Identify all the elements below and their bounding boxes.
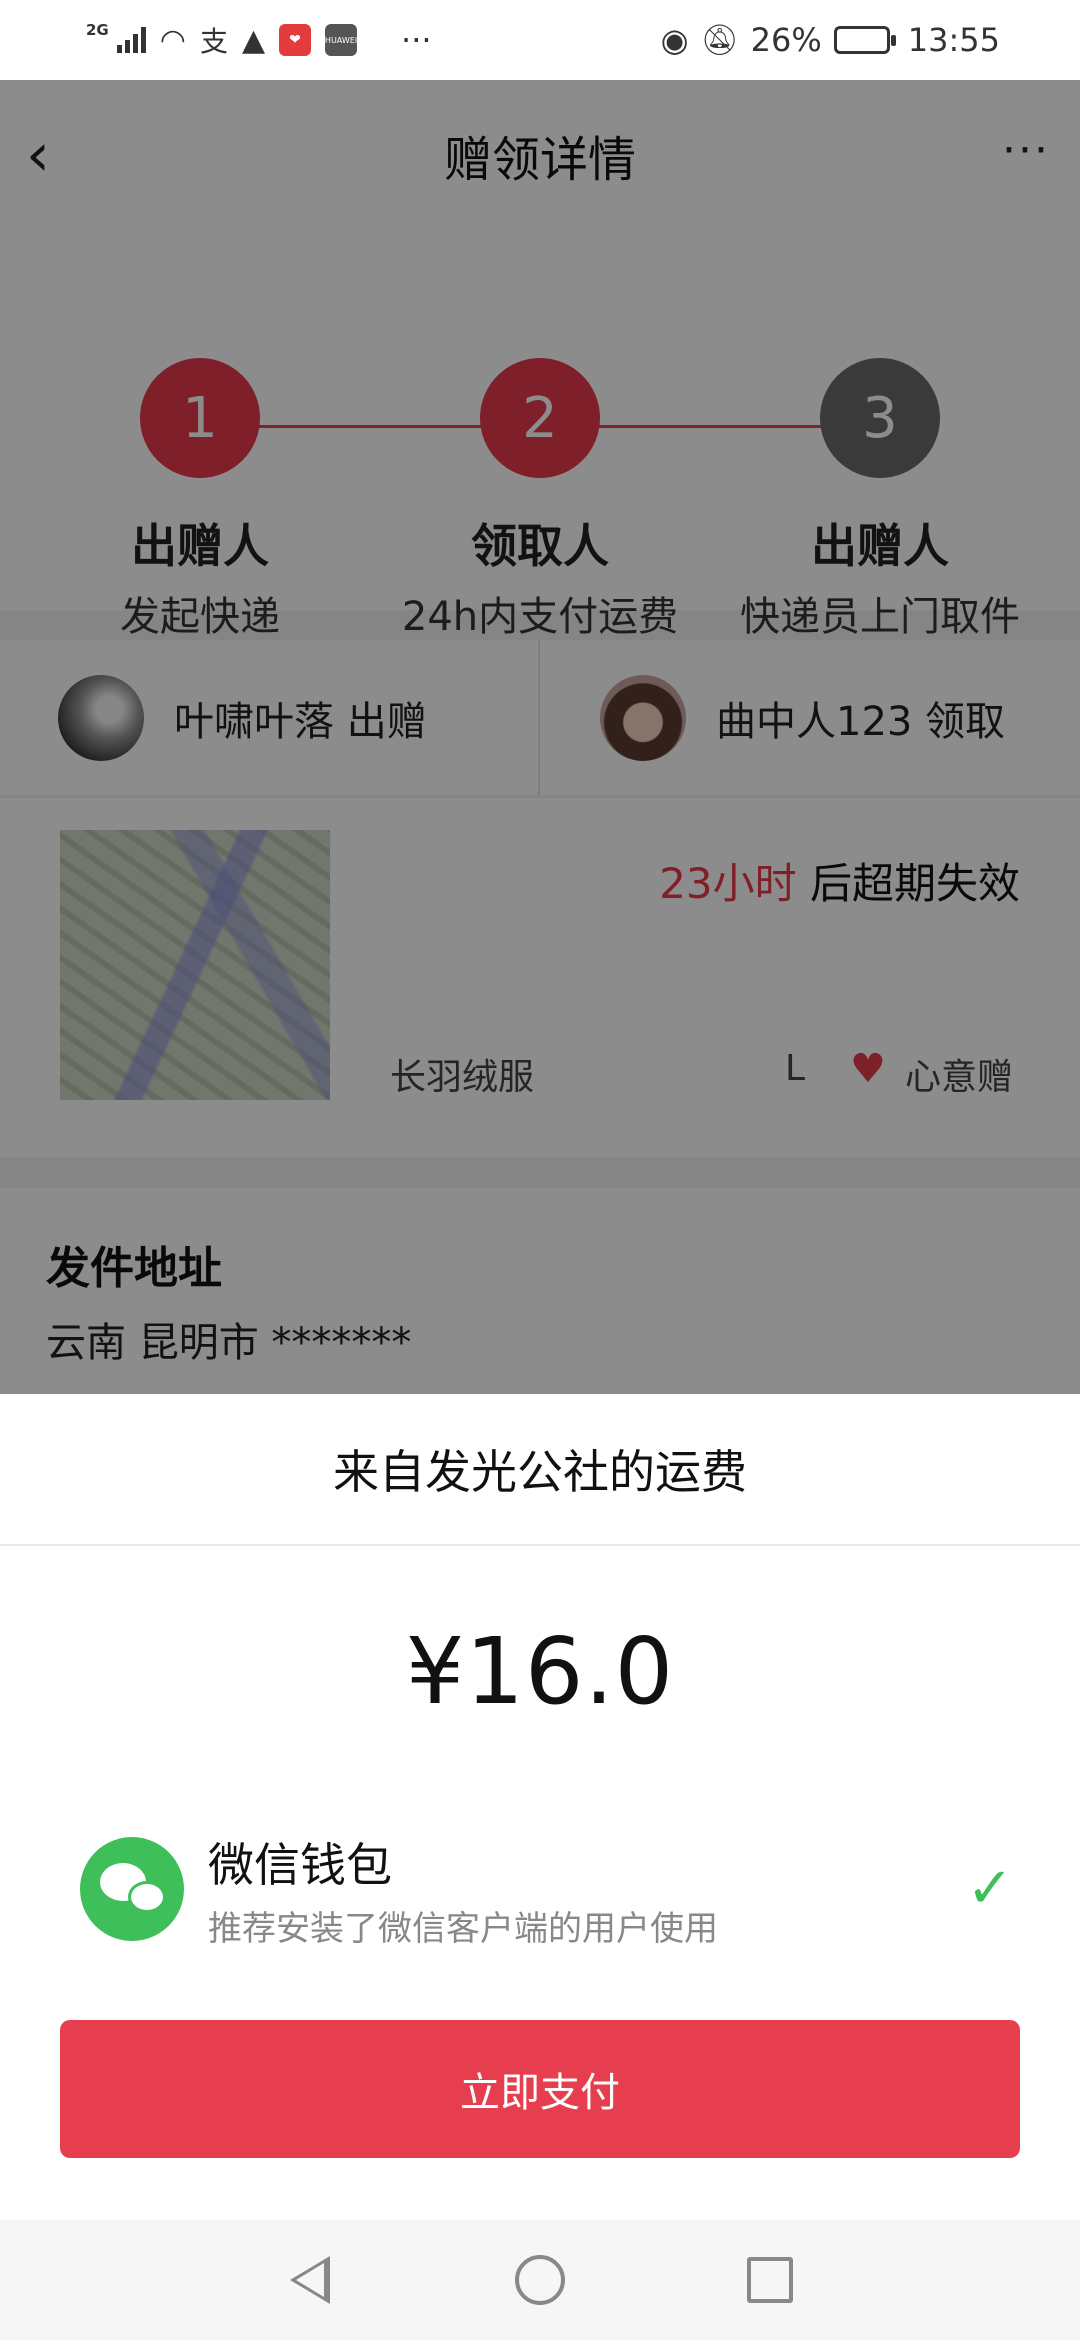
payment-method-description: 推荐安装了微信客户端的用户使用 [208,1908,718,1949]
battery-icon [833,26,896,54]
huawei-app-icon: HUAWEI [325,24,357,56]
battery-percent: 26% [750,21,822,59]
nav-recents-button[interactable] [740,2250,800,2310]
pay-now-button[interactable]: 立即支付 [60,2020,1020,2158]
nav-home-button[interactable] [510,2250,570,2310]
wechat-icon [80,1837,184,1941]
nav-back-button[interactable] [280,2250,340,2310]
triangle-back-icon [290,2256,330,2304]
status-bar: 2G ◠ 支 ▲ ❤ HUAWEI ··· ◉ 🔕︎ 26% 13:55 [0,0,1080,80]
wifi-icon: ◠ [159,22,186,58]
payment-method-wechat[interactable]: 微信钱包 推荐安装了微信客户端的用户使用 ✓ [80,1834,1020,1949]
payment-amount: ¥16.0 [405,1618,675,1725]
system-navigation-bar [0,2220,1080,2340]
eye-comfort-icon: ◉ [660,21,689,59]
checkmark-icon: ✓ [966,1856,1014,1921]
network-type: 2G [86,21,109,39]
payment-sheet: 来自发光公社的运费 ¥16.0 微信钱包 推荐安装了微信客户端的用户使用 ✓ 立… [0,1394,1080,2220]
clock: 13:55 [907,21,1000,59]
app-notification-icon: ❤ [279,24,312,56]
sheet-title: 来自发光公社的运费 [0,1394,1080,1546]
square-recents-icon [747,2257,793,2303]
more-notifications-icon: ··· [401,21,432,59]
circle-home-icon [515,2255,565,2305]
payment-method-name: 微信钱包 [208,1837,392,1892]
mute-icon: 🔕︎ [700,22,739,58]
signal-icon [116,27,146,53]
alipay-icon: 支 [199,25,228,58]
qq-icon: ▲ [241,22,266,58]
